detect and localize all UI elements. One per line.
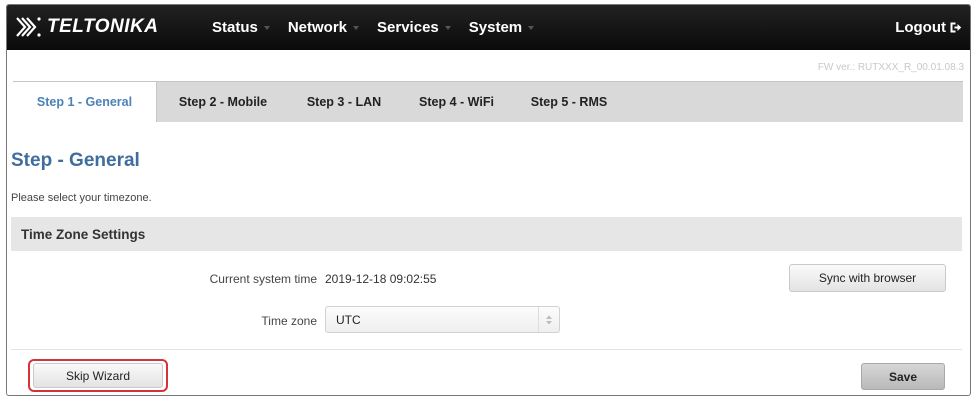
tab-step-3-lan[interactable]: Step 3 - LAN bbox=[289, 82, 399, 122]
tab-step-2-mobile[interactable]: Step 2 - Mobile bbox=[157, 82, 289, 122]
main-menu: Status Network Services System bbox=[212, 5, 552, 50]
nav-system[interactable]: System bbox=[468, 19, 535, 36]
firmware-version: FW ver.: RUTXXX_R_00.01.08.3 bbox=[817, 62, 964, 73]
brand-name: TELTONIKA bbox=[47, 16, 159, 37]
nav-network-label: Network bbox=[287, 19, 348, 36]
divider bbox=[11, 349, 962, 350]
save-button[interactable]: Save bbox=[861, 363, 945, 390]
logout-icon bbox=[950, 22, 962, 33]
nav-services[interactable]: Services bbox=[377, 19, 451, 36]
chevron-down-icon bbox=[263, 25, 270, 30]
brand-logo[interactable]: TELTONIKA bbox=[15, 13, 158, 41]
top-navbar: TELTONIKA Status Network Services System… bbox=[7, 5, 970, 50]
tab-step-5-rms[interactable]: Step 5 - RMS bbox=[514, 82, 624, 122]
app-window: TELTONIKA Status Network Services System… bbox=[6, 4, 971, 396]
time-zone-settings-header: Time Zone Settings bbox=[11, 217, 962, 251]
timezone-select[interactable]: UTC bbox=[325, 306, 560, 333]
timezone-select-value: UTC bbox=[336, 312, 361, 327]
select-arrows-icon bbox=[538, 307, 559, 332]
current-time-value: 2019-12-18 09:02:55 bbox=[325, 272, 437, 286]
timezone-hint: Please select your timezone. bbox=[11, 192, 152, 204]
wizard-tabs: Step 1 - General Step 2 - Mobile Step 3 … bbox=[13, 81, 963, 122]
tab-step-1-general[interactable]: Step 1 - General bbox=[13, 82, 157, 122]
page-title: Step - General bbox=[11, 150, 140, 171]
logout-button[interactable]: Logout bbox=[895, 5, 962, 50]
nav-status-label: Status bbox=[212, 19, 258, 36]
timezone-label: Time zone bbox=[261, 314, 317, 328]
chevron-down-icon bbox=[444, 25, 451, 30]
chevron-down-icon bbox=[353, 25, 360, 30]
nav-system-label: System bbox=[468, 19, 523, 36]
section-title: Time Zone Settings bbox=[21, 226, 146, 242]
tab-step-4-wifi[interactable]: Step 4 - WiFi bbox=[399, 82, 514, 122]
nav-status[interactable]: Status bbox=[212, 19, 270, 36]
nav-network[interactable]: Network bbox=[287, 19, 360, 36]
nav-services-label: Services bbox=[377, 19, 439, 36]
teltonika-logo-icon bbox=[16, 17, 41, 37]
logout-label: Logout bbox=[895, 19, 946, 36]
sync-with-browser-button[interactable]: Sync with browser bbox=[789, 264, 946, 292]
chevron-down-icon bbox=[528, 25, 535, 30]
current-time-label: Current system time bbox=[209, 272, 317, 286]
skip-wizard-button[interactable]: Skip Wizard bbox=[33, 363, 163, 388]
